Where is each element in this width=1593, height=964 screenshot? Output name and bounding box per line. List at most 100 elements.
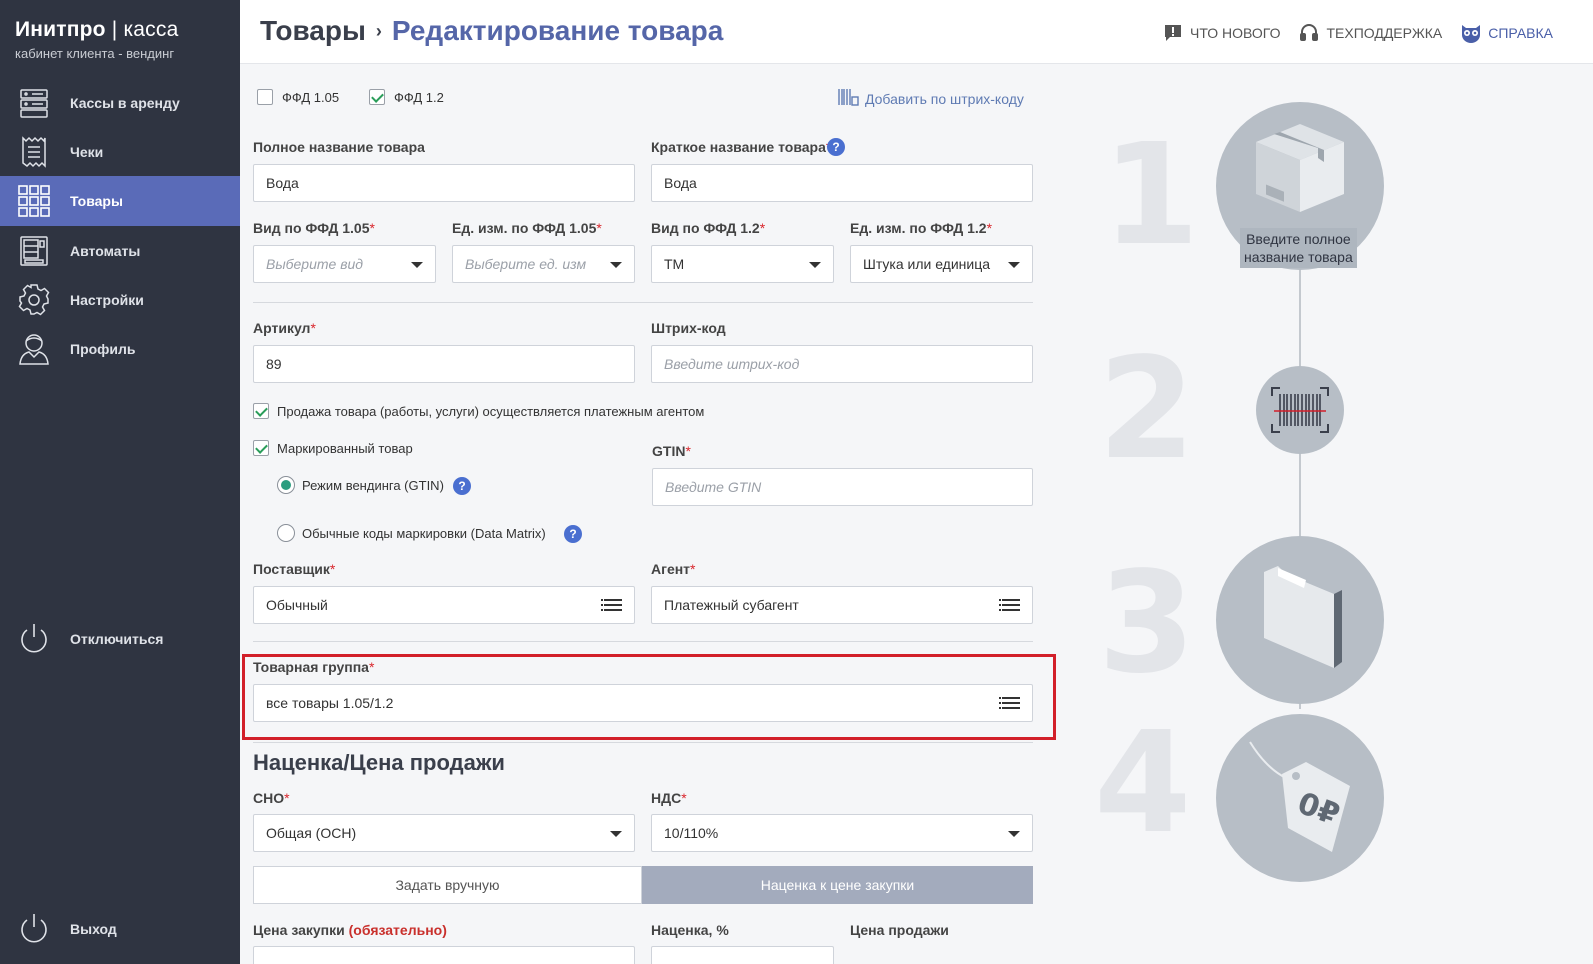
article-label-text: Артикул — [253, 320, 311, 336]
ffd12-checkbox[interactable] — [369, 89, 385, 105]
gtin-input[interactable]: Введите GTIN — [652, 468, 1033, 506]
brand: Инитпро | касса кабинет клиента - вендин… — [0, 0, 240, 86]
list-icon — [999, 697, 1020, 711]
header-links: Что нового Техподдержка Справка — [1162, 22, 1553, 44]
add-by-barcode-link[interactable]: Добавить по штрих-коду — [837, 88, 1024, 109]
tab-manual-label: Задать вручную — [395, 877, 500, 893]
sale-price-label-text: Цена продажи — [850, 922, 949, 938]
nav-item-machines[interactable]: Автоматы — [0, 226, 240, 276]
barcode-input[interactable]: Введите штрих-код — [651, 345, 1033, 383]
brand-sep: | — [105, 18, 124, 41]
mode-datamatrix-help-icon[interactable]: ? — [564, 525, 582, 543]
nav-item-profile[interactable]: Профиль — [0, 324, 240, 374]
step-number-1: 1 — [1102, 114, 1200, 277]
agent-label: Агент* — [651, 561, 696, 577]
step-4-circle: 0₽ — [1216, 714, 1384, 882]
ffd12-label: ФФД 1.2 — [394, 90, 444, 105]
brand-name: Инитпро — [15, 18, 106, 41]
article-input[interactable]: 89 — [253, 345, 635, 383]
support-label: Техподдержка — [1326, 25, 1443, 41]
marked-checkbox[interactable] — [253, 440, 269, 456]
unit105-select[interactable]: Выберите ед. изм — [452, 245, 635, 283]
markup-input[interactable] — [651, 946, 834, 964]
kind105-select[interactable]: Выберите вид — [253, 245, 436, 283]
kind12-value: ТМ — [664, 256, 685, 272]
nav-label-receipts: Чеки — [70, 144, 104, 160]
sno-value: Общая (ОСН) — [266, 825, 357, 841]
list-icon — [601, 599, 622, 613]
full-name-input[interactable]: Вода — [253, 164, 635, 202]
divider — [253, 641, 1033, 642]
divider — [253, 302, 1033, 303]
nav-label-rent: Кассы в аренду — [70, 95, 180, 111]
group-label-text: Товарная группа — [253, 659, 369, 675]
chevron-down-icon — [1008, 831, 1020, 837]
kind12-select[interactable]: ТМ — [651, 245, 834, 283]
ffd105-checkbox[interactable] — [257, 89, 273, 105]
gtin-label: GTIN* — [652, 443, 691, 459]
vat-select[interactable]: 10/110% — [651, 814, 1033, 852]
support-link[interactable]: Техподдержка — [1298, 22, 1442, 44]
gtin-placeholder: Введите GTIN — [665, 479, 762, 495]
mode-vending-label: Режим вендинга (GTIN) — [302, 478, 444, 493]
nav-item-settings[interactable]: Настройки — [0, 275, 240, 325]
agent-sale-checkbox[interactable] — [253, 403, 269, 419]
kind105-placeholder: Выберите вид — [266, 256, 364, 272]
sidebar: Инитпро | касса кабинет клиента - вендин… — [0, 0, 240, 964]
tab-markup-label: Наценка к цене закупки — [760, 877, 915, 893]
nav-item-disconnect[interactable]: Отключиться — [0, 614, 240, 664]
agent-select[interactable]: Платежный субагент — [651, 586, 1033, 624]
step-number-3: 3 — [1098, 542, 1196, 705]
barcode-placeholder: Введите штрих-код — [664, 356, 800, 372]
whats-new-link[interactable]: Что нового — [1162, 22, 1280, 44]
nav-item-goods[interactable]: Товары — [0, 176, 240, 226]
add-by-barcode-label: Добавить по штрих-коду — [865, 90, 1024, 107]
logout-power-icon — [16, 911, 52, 947]
sale-price-label: Цена продажи — [850, 922, 949, 938]
mode-vending-radio[interactable] — [277, 476, 295, 494]
mode-datamatrix-radio[interactable] — [277, 524, 295, 542]
nav-item-rent[interactable]: Кассы в аренду — [0, 78, 240, 128]
help-link[interactable]: Справка — [1460, 22, 1553, 44]
short-name-help-icon[interactable]: ? — [827, 138, 845, 156]
server-icon — [16, 85, 52, 121]
required-mark: * — [596, 220, 602, 236]
pricing-section-title: Наценка/Цена продажи — [253, 750, 505, 775]
chevron-down-icon — [610, 262, 622, 268]
kind105-label: Вид по ФФД 1.05* — [253, 220, 375, 236]
step-number-2: 2 — [1098, 328, 1196, 491]
step-1-note-line2: название товара — [1244, 249, 1353, 265]
whats-new-label: Что нового — [1189, 25, 1281, 41]
nav-item-logout[interactable]: Выход — [0, 904, 240, 954]
unit12-select[interactable]: Штука или единица — [850, 245, 1033, 283]
nav-item-receipts[interactable]: Чеки — [0, 127, 240, 177]
breadcrumb-root[interactable]: Товары — [260, 15, 366, 47]
unit105-label-text: Ед. изм. по ФФД 1.05 — [452, 220, 597, 236]
short-name-input[interactable]: Вода — [651, 164, 1033, 202]
chevron-down-icon — [1008, 262, 1020, 268]
agent-sale-label: Продажа товара (работы, услуги) осуществ… — [277, 404, 705, 419]
tab-manual-price[interactable]: Задать вручную — [253, 866, 642, 904]
folder-icon — [1264, 566, 1342, 668]
product-group-select[interactable]: все товары 1.05/1.2 — [253, 684, 1033, 722]
supplier-value: Обычный — [266, 597, 328, 613]
agent-value: Платежный субагент — [664, 597, 799, 613]
tab-markup-price[interactable]: Наценка к цене закупки — [642, 866, 1033, 904]
article-label: Артикул* — [253, 320, 316, 336]
nav-label-settings: Настройки — [70, 292, 144, 308]
mode-vending-help-icon[interactable]: ? — [453, 477, 471, 495]
group-label: Товарная группа* — [253, 659, 374, 675]
supplier-select[interactable]: Обычный — [253, 586, 635, 624]
barcode-scan-icon — [1271, 387, 1329, 433]
help-label: Справка — [1488, 25, 1553, 41]
article-value: 89 — [266, 356, 282, 372]
gtin-label-text: GTIN — [652, 443, 686, 459]
agent-label-text: Агент — [651, 561, 691, 577]
unit105-label: Ед. изм. по ФФД 1.05* — [452, 220, 602, 236]
sno-select[interactable]: Общая (ОСН) — [253, 814, 635, 852]
nav-label-profile: Профиль — [70, 341, 136, 357]
required-mark: * — [681, 790, 687, 806]
purchase-price-input[interactable] — [253, 946, 635, 964]
user-icon — [16, 331, 52, 367]
unit12-label: Ед. изм. по ФФД 1.2* — [850, 220, 992, 236]
